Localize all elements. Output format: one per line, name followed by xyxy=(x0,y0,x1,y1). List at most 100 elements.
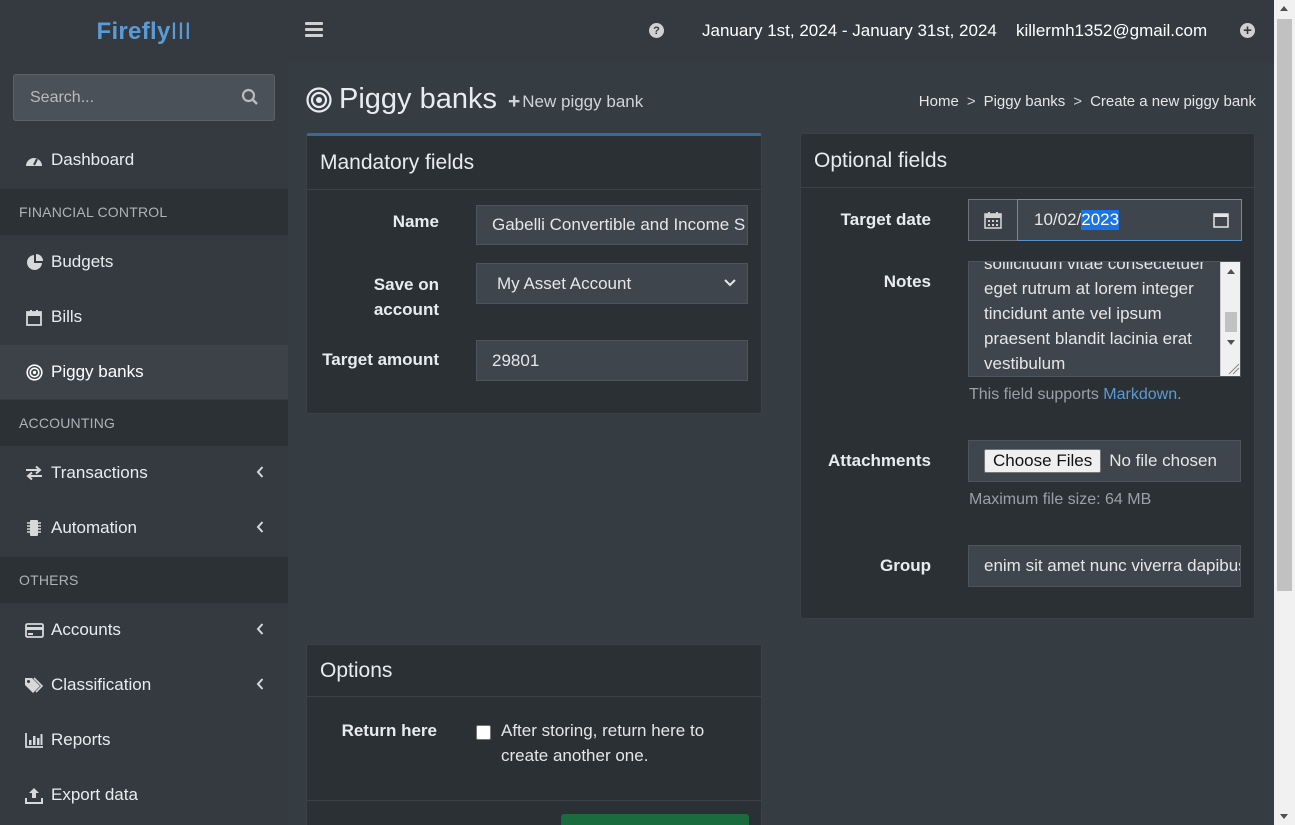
sidebar-item-label: Bills xyxy=(51,307,83,326)
tags-icon xyxy=(24,676,44,694)
upload-icon xyxy=(24,786,44,804)
sidebar-item-label: Dashboard xyxy=(51,150,135,169)
nav-header-accounting: ACCOUNTING xyxy=(0,400,288,446)
breadcrumb-current: Create a new piggy bank xyxy=(1090,93,1256,110)
group-label: Group xyxy=(880,556,931,575)
breadcrumb: Home > Piggy banks > Create a new piggy bank xyxy=(918,93,1256,110)
markdown-help: This field supports Markdown. xyxy=(969,386,1182,403)
chevron-left-icon xyxy=(256,466,264,478)
search-input[interactable] xyxy=(14,75,234,120)
markdown-link[interactable]: Markdown xyxy=(1103,386,1177,403)
max-file-size: Maximum file size: 64 MB xyxy=(969,491,1152,508)
sidebar-item-label: Accounts xyxy=(51,620,121,639)
sidebar-item-label: Classification xyxy=(51,675,152,694)
notes-scrollbar[interactable] xyxy=(1220,262,1240,376)
target-date-label: Target date xyxy=(840,210,931,229)
choose-files-button[interactable]: Choose Files xyxy=(984,449,1102,473)
sidebar-item-automation[interactable]: Automation xyxy=(0,501,288,555)
calendar-addon xyxy=(968,199,1018,241)
logo-text-thin: III xyxy=(170,17,192,45)
bullseye-icon xyxy=(24,363,44,381)
sidebar-item-label: Automation xyxy=(51,518,137,537)
menu-toggle-icon[interactable] xyxy=(305,22,323,38)
bar-chart-icon xyxy=(24,731,44,749)
new-piggy-bank-link[interactable]: + New piggy bank xyxy=(508,90,643,114)
scroll-up-arrow[interactable] xyxy=(1280,6,1288,11)
target-date-group: 10/02/2023 xyxy=(968,199,1242,241)
scroll-down-arrow[interactable] xyxy=(1280,814,1288,819)
page-header: Piggy banks + New piggy bank xyxy=(306,83,643,116)
scroll-thumb[interactable] xyxy=(1277,19,1292,591)
sidebar-item-label: Transactions xyxy=(51,463,148,482)
file-status: No file chosen xyxy=(1109,451,1217,470)
notes-label: Notes xyxy=(883,272,931,291)
target-date-input[interactable]: 10/02/2023 xyxy=(1017,199,1242,241)
top-navbar: ? January 1st, 2024 - January 31st, 2024… xyxy=(288,0,1274,63)
dashboard-icon xyxy=(24,151,44,169)
sidebar-item-export-data[interactable]: Export data xyxy=(0,768,288,822)
sidebar-item-label: Budgets xyxy=(51,252,114,271)
plus-icon: + xyxy=(508,90,521,113)
save-on-account-label: Save on account xyxy=(373,275,439,319)
card-footer-divider xyxy=(307,800,761,801)
app-logo[interactable]: FireflyIII xyxy=(96,18,191,46)
create-new-icon[interactable]: + xyxy=(1240,23,1255,38)
chevron-left-icon xyxy=(256,678,264,690)
notes-text: sollicitudin vitae consectetuer eget rut… xyxy=(984,261,1206,373)
sidebar-item-piggy-banks[interactable]: Piggy banks xyxy=(0,345,288,399)
main-content: Piggy banks + New piggy bank Home > Piggy b… xyxy=(288,63,1274,825)
breadcrumb-piggy-banks[interactable]: Piggy banks xyxy=(984,93,1066,110)
group-input[interactable]: enim sit amet nunc viverra dapibus xyxy=(968,545,1241,587)
name-input[interactable]: Gabelli Convertible and Income S xyxy=(476,205,748,245)
calendar-icon xyxy=(24,308,44,326)
new-link-label: New piggy bank xyxy=(522,92,644,111)
date-value: 10/02/ xyxy=(1034,210,1082,229)
calendar-icon xyxy=(984,212,1002,229)
account-select-value: My Asset Account xyxy=(497,273,632,293)
date-range-selector[interactable]: January 1st, 2024 - January 31st, 2024 xyxy=(702,21,997,41)
sidebar-item-label: Piggy banks xyxy=(51,362,144,381)
store-piggy-bank-button[interactable] xyxy=(561,814,749,825)
sidebar: Dashboard FINANCIAL CONTROL Budgets Bill… xyxy=(0,63,288,825)
logo-area[interactable]: FireflyIII xyxy=(0,0,288,63)
sidebar-item-label: Reports xyxy=(51,730,111,749)
sidebar-item-dashboard[interactable]: Dashboard xyxy=(0,133,288,187)
return-here-checkbox[interactable] xyxy=(476,725,491,740)
card-title: Options xyxy=(307,645,761,697)
nav-header-others: OTHERS xyxy=(0,557,288,603)
attachments-input[interactable]: Choose Files No file chosen xyxy=(968,440,1241,482)
help-icon[interactable]: ? xyxy=(649,23,664,38)
card-title: Optional fields xyxy=(801,134,1254,188)
sidebar-item-bills[interactable]: Bills xyxy=(0,290,288,344)
bullseye-icon xyxy=(306,86,332,113)
sidebar-item-label: Export data xyxy=(51,785,138,804)
options-card: Options Return here After storing, retur… xyxy=(306,644,762,825)
sidebar-item-reports[interactable]: Reports xyxy=(0,713,288,767)
optional-fields-card: Optional fields Target date 10/02/2023 N… xyxy=(800,133,1255,619)
name-label: Name xyxy=(392,212,439,231)
mandatory-fields-card: Mandatory fields Name Gabelli Convertibl… xyxy=(306,133,762,414)
page-title: Piggy banks xyxy=(339,83,497,115)
page-scrollbar[interactable] xyxy=(1274,0,1295,825)
user-menu[interactable]: killermh1352@gmail.com xyxy=(1016,21,1207,41)
account-select[interactable]: My Asset Account xyxy=(476,263,748,304)
target-amount-input[interactable]: 29801 xyxy=(476,340,748,381)
notes-textarea[interactable]: sollicitudin vitae consectetuer eget rut… xyxy=(968,261,1241,377)
search-icon[interactable] xyxy=(241,88,259,106)
microchip-icon xyxy=(24,519,44,537)
date-picker-icon[interactable] xyxy=(1213,212,1229,228)
attachments-label: Attachments xyxy=(828,451,931,470)
exchange-icon xyxy=(24,464,44,482)
sidebar-item-accounts[interactable]: Accounts xyxy=(0,603,288,657)
card-title: Mandatory fields xyxy=(307,136,761,190)
chevron-left-icon xyxy=(256,623,264,635)
chevron-left-icon xyxy=(256,521,264,533)
sidebar-item-transactions[interactable]: Transactions xyxy=(0,446,288,500)
sidebar-item-budgets[interactable]: Budgets xyxy=(0,235,288,289)
logo-text: Firefly xyxy=(96,17,171,45)
return-here-description: After storing, return here to create ano… xyxy=(501,721,705,765)
sidebar-item-classification[interactable]: Classification xyxy=(0,658,288,712)
credit-card-icon xyxy=(24,621,44,639)
breadcrumb-home[interactable]: Home xyxy=(919,93,959,110)
chevron-down-icon xyxy=(724,279,736,287)
